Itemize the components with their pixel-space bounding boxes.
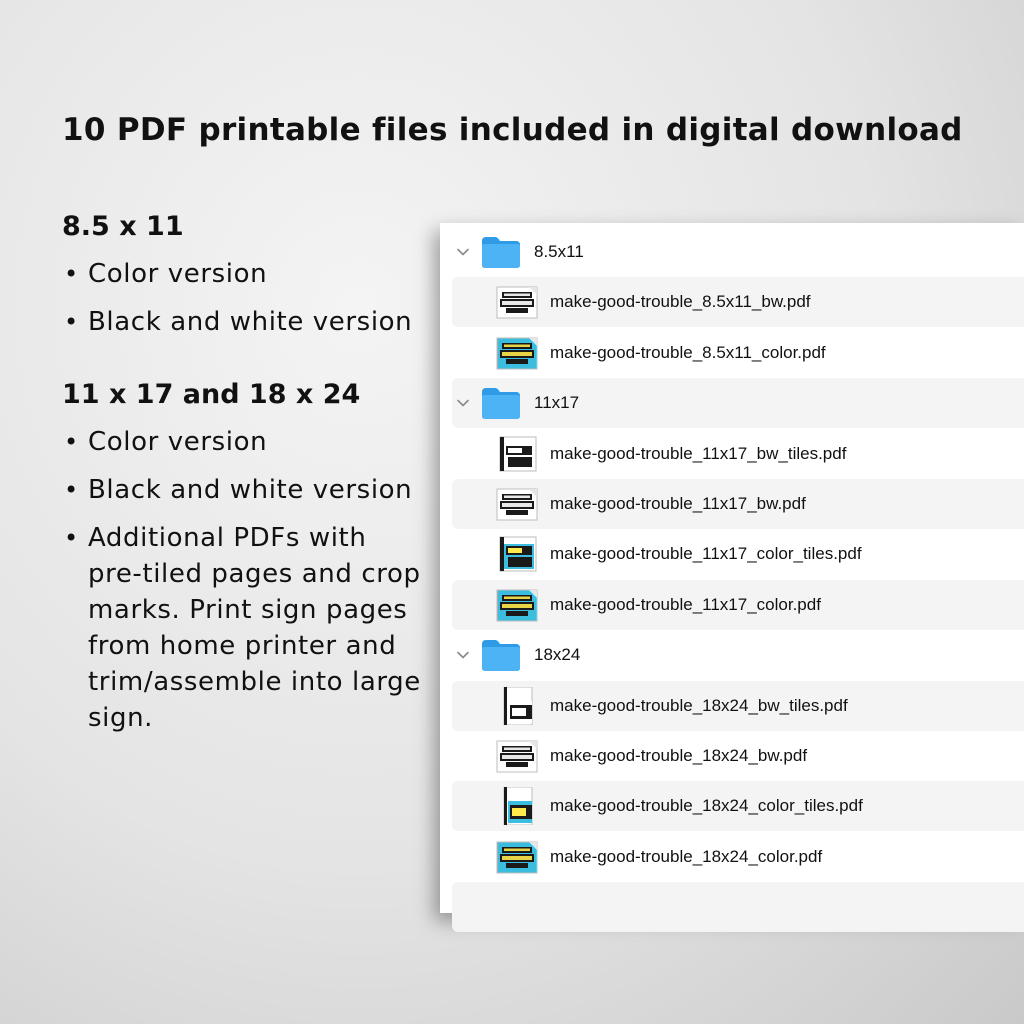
chevron-down-icon[interactable]: [456, 648, 470, 662]
file-row[interactable]: make-good-trouble_11x17_color.pdf: [452, 579, 1024, 630]
file-row[interactable]: make-good-trouble_18x24_color.pdf: [452, 832, 1024, 882]
headline: 10 PDF printable files included in digit…: [62, 112, 963, 148]
file-name: make-good-trouble_18x24_color_tiles.pdf: [550, 796, 863, 816]
folder-icon: [480, 638, 522, 672]
chevron-down-icon[interactable]: [456, 396, 470, 410]
folder-row[interactable]: 8.5x11: [452, 227, 1024, 277]
pdf-thumbnail-icon: [496, 586, 538, 624]
file-row[interactable]: make-good-trouble_18x24_bw_tiles.pdf: [452, 680, 1024, 731]
chevron-down-icon[interactable]: [456, 245, 470, 259]
pdf-thumbnail-icon: [496, 485, 538, 523]
file-name: make-good-trouble_8.5x11_bw.pdf: [550, 292, 811, 312]
pdf-thumbnail-icon: [496, 535, 538, 573]
bullet-item: Black and white version: [62, 472, 422, 508]
file-name: make-good-trouble_11x17_bw_tiles.pdf: [550, 443, 847, 463]
feature-list: 8.5 x 11 Color version Black and white v…: [62, 208, 422, 748]
file-name: make-good-trouble_8.5x11_color.pdf: [550, 342, 826, 362]
bullet-list-11x17-18x24: Color version Black and white version Ad…: [62, 424, 422, 736]
pdf-thumbnail-icon: [496, 838, 538, 876]
file-name: make-good-trouble_11x17_color_tiles.pdf: [550, 544, 862, 564]
file-name: make-good-trouble_11x17_bw.pdf: [550, 494, 806, 513]
finder-file-list: 8.5x11 make-good-trouble_8.5x11_bw.pdfmak…: [440, 223, 1024, 933]
file-name: make-good-trouble_18x24_bw.pdf: [550, 746, 808, 765]
folder-icon: [480, 235, 522, 269]
pdf-thumbnail-icon: [496, 334, 538, 372]
file-name: make-good-trouble_18x24_color.pdf: [550, 846, 823, 866]
bullet-item: Color version: [62, 256, 422, 292]
folder-name: 11x17: [534, 393, 580, 413]
folder-icon: [480, 386, 522, 420]
bullet-item: Black and white version: [62, 304, 422, 340]
pdf-thumbnail-icon: [496, 787, 538, 826]
file-row[interactable]: make-good-trouble_8.5x11_bw.pdf: [452, 277, 1024, 328]
pdf-thumbnail-icon: [496, 435, 538, 473]
folder-row[interactable]: 18x24: [452, 630, 1024, 680]
file-row[interactable]: make-good-trouble_18x24_color_tiles.pdf: [452, 781, 1024, 832]
file-name: make-good-trouble_11x17_color.pdf: [550, 594, 821, 614]
file-row[interactable]: make-good-trouble_18x24_bw.pdf: [452, 731, 1024, 781]
section-title-11x17-18x24: 11 x 17 and 18 x 24: [62, 379, 361, 410]
file-row[interactable]: make-good-trouble_8.5x11_color.pdf: [452, 328, 1024, 378]
section-title-8-5x11: 8.5 x 11: [62, 211, 184, 242]
empty-row: [452, 882, 1024, 933]
pdf-thumbnail-icon: [496, 686, 538, 725]
folder-name: 18x24: [534, 645, 581, 665]
file-row[interactable]: make-good-trouble_11x17_bw_tiles.pdf: [452, 429, 1024, 479]
pdf-thumbnail-icon: [496, 283, 538, 321]
folder-row[interactable]: 11x17: [452, 378, 1024, 429]
bullet-item: Additional PDFs with pre-tiled pages and…: [62, 520, 422, 736]
file-row[interactable]: make-good-trouble_11x17_bw.pdf: [452, 479, 1024, 529]
folder-name: 8.5x11: [534, 242, 584, 261]
bullet-item: Color version: [62, 424, 422, 460]
file-row[interactable]: make-good-trouble_11x17_color_tiles.pdf: [452, 529, 1024, 579]
bullet-list-8-5x11: Color version Black and white version: [62, 256, 422, 340]
file-name: make-good-trouble_18x24_bw_tiles.pdf: [550, 695, 848, 715]
pdf-thumbnail-icon: [496, 737, 538, 775]
